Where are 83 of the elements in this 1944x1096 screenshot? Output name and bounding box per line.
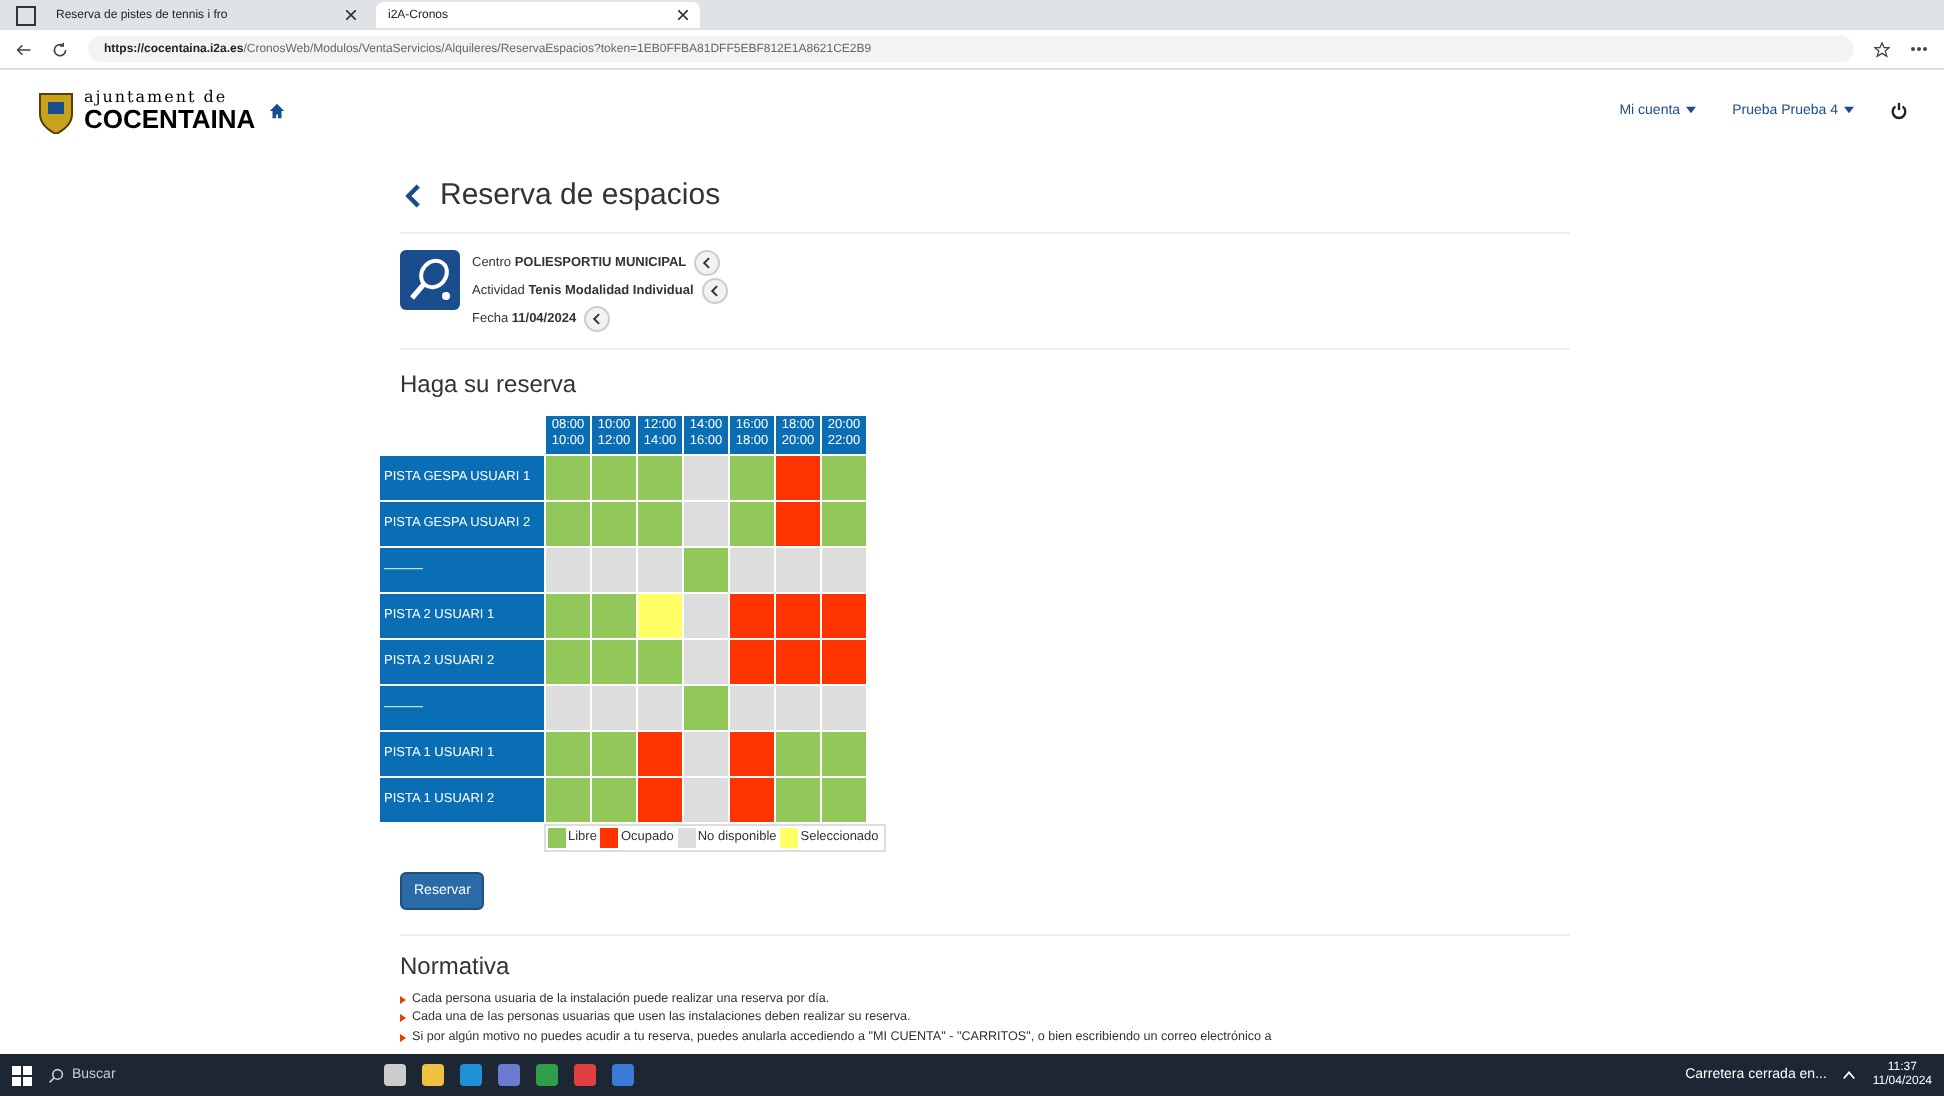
slot-cell[interactable] <box>776 639 820 684</box>
slot-cell[interactable] <box>592 685 636 730</box>
slot-cell[interactable] <box>592 639 636 684</box>
slot-cell[interactable] <box>822 455 866 500</box>
slot-cell[interactable] <box>730 501 774 546</box>
star-icon[interactable] <box>1874 41 1890 57</box>
more-icon[interactable] <box>1910 46 1928 52</box>
slot-cell[interactable] <box>546 777 590 822</box>
slot-cell[interactable] <box>592 547 636 592</box>
chevron-up-icon[interactable] <box>1842 1070 1857 1080</box>
back-icon[interactable] <box>16 41 32 57</box>
search-icon[interactable] <box>48 1067 64 1083</box>
slot-cell[interactable] <box>546 731 590 776</box>
slot-cell[interactable] <box>684 547 728 592</box>
slot-cell[interactable] <box>822 685 866 730</box>
slot-cell[interactable] <box>546 685 590 730</box>
slot-cell[interactable] <box>730 731 774 776</box>
change-button[interactable] <box>584 306 611 332</box>
chevron-left-icon <box>590 312 605 326</box>
slot-cell[interactable] <box>546 593 590 638</box>
slot-cell[interactable] <box>684 593 728 638</box>
slot-cell[interactable] <box>776 685 820 730</box>
home-icon[interactable] <box>267 101 286 119</box>
slot-cell[interactable] <box>638 593 682 638</box>
logo-title: COCENTAINA <box>84 105 256 131</box>
windows-icon[interactable] <box>12 1065 32 1085</box>
section-title: Normativa <box>400 951 510 980</box>
tab-actions-icon[interactable] <box>16 5 36 25</box>
slot-cell[interactable] <box>592 501 636 546</box>
page-title: Reserva de espacios <box>440 178 721 212</box>
slot-cell[interactable] <box>730 639 774 684</box>
slot-cell[interactable] <box>684 639 728 684</box>
slot-cell[interactable] <box>776 777 820 822</box>
close-icon[interactable] <box>346 10 356 20</box>
tennis-racket-icon <box>400 250 460 310</box>
slot-cell[interactable] <box>776 547 820 592</box>
bullet-icon <box>400 1014 406 1023</box>
slot-cell[interactable] <box>684 777 728 822</box>
slot-cell[interactable] <box>592 593 636 638</box>
slot-cell[interactable] <box>684 685 728 730</box>
slot-cell[interactable] <box>546 547 590 592</box>
slot-cell[interactable] <box>684 455 728 500</box>
bullet-icon <box>400 1033 406 1042</box>
slot-cell[interactable] <box>638 501 682 546</box>
slot-cell[interactable] <box>822 777 866 822</box>
slot-cell[interactable] <box>592 777 636 822</box>
section-title: Haga su reserva <box>400 370 577 398</box>
slot-cell[interactable] <box>638 639 682 684</box>
slot-cell[interactable] <box>546 639 590 684</box>
slot-cell[interactable] <box>730 547 774 592</box>
close-icon[interactable] <box>678 10 688 20</box>
slot-cell[interactable] <box>638 547 682 592</box>
slot-cell[interactable] <box>776 731 820 776</box>
change-button[interactable] <box>701 278 728 304</box>
slot-cell[interactable] <box>546 455 590 500</box>
slot-cell[interactable] <box>684 501 728 546</box>
slot-cell[interactable] <box>822 501 866 546</box>
slot-cell[interactable] <box>776 593 820 638</box>
slot-cell[interactable] <box>592 455 636 500</box>
slot-cell[interactable] <box>822 593 866 638</box>
caret-icon <box>1844 106 1854 114</box>
slot-cell[interactable] <box>776 501 820 546</box>
slot-cell[interactable] <box>684 731 728 776</box>
slot-cell[interactable] <box>730 593 774 638</box>
slot-cell[interactable] <box>730 777 774 822</box>
slot-cell[interactable] <box>638 455 682 500</box>
slot-cell[interactable] <box>822 547 866 592</box>
slot-cell[interactable] <box>638 685 682 730</box>
refresh-icon[interactable] <box>52 41 68 57</box>
slot-cell[interactable] <box>638 777 682 822</box>
slot-cell[interactable] <box>822 639 866 684</box>
slot-cell[interactable] <box>822 731 866 776</box>
slot-cell[interactable] <box>776 455 820 500</box>
power-icon[interactable] <box>1890 101 1908 119</box>
caret-icon <box>1686 106 1697 114</box>
change-button[interactable] <box>694 250 721 276</box>
slot-cell[interactable] <box>638 731 682 776</box>
slot-cell[interactable] <box>730 455 774 500</box>
slot-cell[interactable] <box>546 501 590 546</box>
slot-cell[interactable] <box>730 685 774 730</box>
bullet-icon <box>400 995 406 1004</box>
logo-text: ajuntament de <box>84 89 230 105</box>
slot-cell[interactable] <box>592 731 636 776</box>
